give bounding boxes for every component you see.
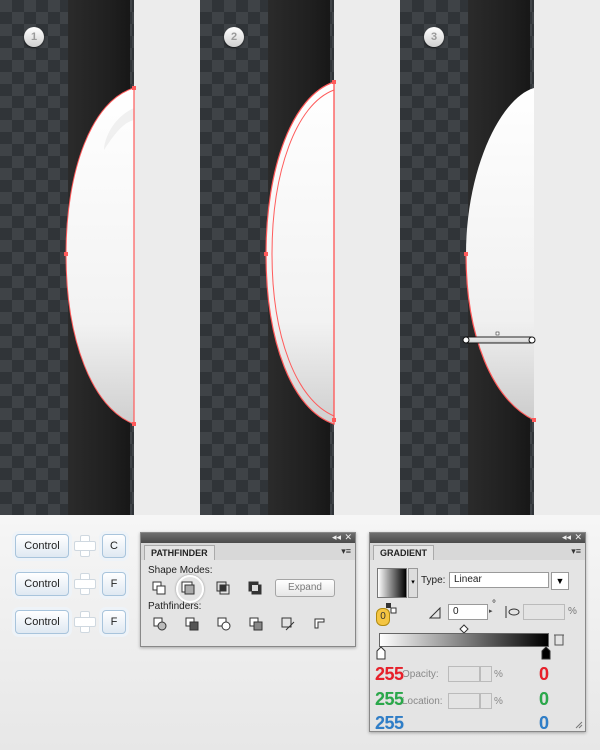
opacity-label: Opacity: [402, 669, 439, 680]
trim-icon[interactable] [184, 616, 200, 632]
crop-icon[interactable] [248, 616, 264, 632]
gradient-panel: ◂◂ ✕ GRADIENT ▾≡ ▾ Type: Linear ▼ 0 0 ▸ … [369, 532, 586, 734]
half-ellipse-shape [64, 86, 136, 426]
control-key: Control [15, 610, 69, 634]
right-blue-value: 0 [539, 713, 550, 734]
f-key: F [102, 610, 126, 634]
black-stop-icon[interactable] [541, 646, 551, 660]
tab-pathfinder[interactable]: PATHFINDER [144, 545, 215, 560]
instructions-area: Control C Control F Control F ◂◂ ✕ PATHF… [0, 515, 600, 750]
step-number-2: 2 [224, 27, 244, 47]
panel-menu-icon[interactable]: ▾≡ [341, 546, 351, 557]
angle-icon [429, 607, 441, 619]
opacity-stepper [480, 666, 492, 682]
expand-button[interactable]: Expand [275, 579, 335, 597]
degree-symbol: ° [492, 599, 496, 610]
step-panel-2: 2 [200, 0, 400, 515]
type-label: Type: [421, 575, 446, 586]
right-red-value: 0 [539, 664, 550, 685]
tab-gradient[interactable]: GRADIENT [373, 545, 434, 560]
minus-front-icon[interactable] [180, 580, 196, 596]
close-icon[interactable]: ✕ [344, 532, 352, 543]
intersect-icon[interactable] [215, 580, 231, 596]
gradient-slider[interactable] [379, 633, 549, 647]
step-number-1: 1 [24, 27, 44, 47]
left-blue-value: 255 [375, 713, 405, 734]
f-key: F [102, 572, 126, 596]
aspect-ratio-field [523, 604, 565, 620]
step-panel-1: 1 [0, 0, 200, 515]
control-key: Control [15, 572, 69, 596]
location-stepper [480, 693, 492, 709]
opacity-field [448, 666, 480, 682]
collapse-icon[interactable]: ◂◂ [332, 532, 341, 543]
plus-icon [74, 611, 96, 633]
half-ellipse-shape [462, 88, 536, 422]
merge-icon[interactable] [216, 616, 232, 632]
reverse-gradient-icon[interactable] [385, 602, 397, 614]
panel-menu-icon[interactable]: ▾≡ [571, 546, 581, 557]
exclude-icon[interactable] [247, 580, 263, 596]
angle-field[interactable]: 0 [448, 604, 488, 620]
half-ellipse-shape [264, 80, 336, 425]
left-green-value: 255 [375, 689, 405, 710]
swatch-dropdown-icon[interactable]: ▾ [408, 568, 418, 598]
left-red-value: 255 [375, 664, 405, 685]
close-icon[interactable]: ✕ [574, 532, 582, 543]
plus-icon [74, 573, 96, 595]
type-select[interactable]: Linear [449, 572, 549, 588]
percent-symbol: % [494, 696, 503, 707]
divide-icon[interactable] [152, 616, 168, 632]
pathfinder-panel: ◂◂ ✕ PATHFINDER ▾≡ Shape Modes: Expand P… [140, 532, 356, 647]
minus-back-icon[interactable] [312, 616, 328, 632]
unite-icon[interactable] [151, 580, 167, 596]
pathfinders-label: Pathfinders: [148, 601, 202, 612]
gradient-swatch[interactable] [377, 568, 407, 598]
c-key: C [102, 534, 126, 558]
step-panel-3: 3 [400, 0, 600, 515]
plus-icon [74, 535, 96, 557]
control-key: Control [15, 534, 69, 558]
tutorial-illustration: 1 2 3 [0, 0, 600, 515]
percent-symbol: % [494, 669, 503, 680]
white-stop-icon[interactable] [376, 646, 386, 660]
step-number-3: 3 [424, 27, 444, 47]
trash-icon[interactable] [553, 632, 565, 646]
resize-grip-icon[interactable] [575, 721, 583, 729]
panel-titlebar[interactable]: ◂◂ ✕ [370, 532, 585, 543]
right-green-value: 0 [539, 689, 550, 710]
shape-modes-label: Shape Modes: [148, 565, 213, 576]
outline-icon[interactable] [280, 616, 296, 632]
collapse-icon[interactable]: ◂◂ [562, 532, 571, 543]
location-field [448, 693, 480, 709]
chevron-down-icon[interactable]: ▼ [551, 572, 569, 590]
aspect-ratio-icon [505, 606, 520, 618]
percent-symbol: % [568, 606, 577, 617]
location-label: Location: [402, 696, 443, 707]
panel-titlebar[interactable]: ◂◂ ✕ [141, 532, 355, 543]
